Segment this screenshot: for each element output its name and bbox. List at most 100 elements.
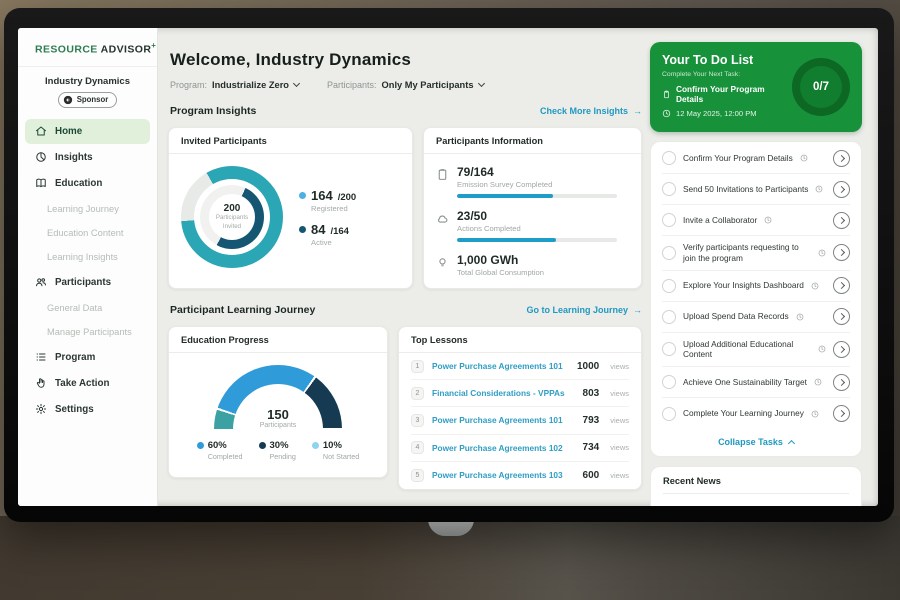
task-checkbox[interactable] <box>662 342 676 356</box>
sidebar-item-education-content[interactable]: Education Content <box>18 221 157 245</box>
sidebar-item-program[interactable]: Program <box>25 345 150 370</box>
card-title: Participants Information <box>424 128 641 154</box>
task-checkbox[interactable] <box>662 375 676 389</box>
task-row-send-invitations[interactable]: Send 50 Invitations to Participants <box>662 174 850 205</box>
survey-progress-bar <box>457 194 617 198</box>
participants-filter-value: Only My Participants <box>382 80 474 90</box>
chevron-right-icon[interactable] <box>833 277 850 294</box>
check-more-insights-link[interactable]: Check More Insights <box>540 106 642 116</box>
clock-icon <box>800 154 808 162</box>
consumption-icon <box>436 256 449 269</box>
not-started-dot-icon <box>312 442 319 449</box>
survey-icon <box>436 168 449 181</box>
task-checkbox[interactable] <box>662 279 676 293</box>
task-row-explore-insights[interactable]: Explore Your Insights Dashboard <box>662 271 850 302</box>
sidebar-item-label: Education <box>55 178 102 189</box>
take-action-icon <box>35 377 47 389</box>
sidebar-item-take-action[interactable]: Take Action <box>25 371 150 396</box>
todo-task-list: Confirm Your Program Details Send 50 Inv… <box>650 141 862 457</box>
collapse-tasks-link[interactable]: Collapse Tasks <box>662 429 850 456</box>
photo-background: RESOURCE ADVISOR+ Industry Dynamics Spon… <box>0 0 900 600</box>
sidebar: RESOURCE ADVISOR+ Industry Dynamics Spon… <box>18 28 158 506</box>
stat-consumption: 1,000 GWh Total Global Consumption <box>436 253 629 277</box>
task-row-achieve-sustainability-target[interactable]: Achieve One Sustainability Target <box>662 367 850 398</box>
donut-legend: 164/200 Registered 84/164 Active <box>299 179 356 256</box>
chevron-right-icon[interactable] <box>833 308 850 325</box>
settings-icon <box>35 403 47 415</box>
task-row-complete-learning-journey[interactable]: Complete Your Learning Journey <box>662 398 850 429</box>
chevron-right-icon[interactable] <box>833 150 850 167</box>
todo-subtitle: Complete Your Next Task: <box>662 71 792 78</box>
donut-center-label: Participants Invited <box>212 214 252 230</box>
sidebar-item-learning-journey[interactable]: Learning Journey <box>18 197 157 221</box>
filter-bar: Program: Industrialize Zero Participants… <box>170 80 642 90</box>
task-row-confirm-program[interactable]: Confirm Your Program Details <box>662 143 850 174</box>
sidebar-item-manage-participants[interactable]: Manage Participants <box>18 320 157 344</box>
chevron-down-icon <box>293 80 300 87</box>
task-row-invite-collaborator[interactable]: Invite a Collaborator <box>662 205 850 236</box>
lesson-row: 3 Power Purchase Agreements 101 793views <box>411 407 629 434</box>
sidebar-item-insights[interactable]: Insights <box>25 145 150 170</box>
main-content: Welcome, Industry Dynamics Program: Indu… <box>168 28 642 506</box>
participants-filter[interactable]: Participants: Only My Participants <box>327 80 484 90</box>
clock-icon <box>796 313 804 321</box>
program-icon <box>35 351 47 363</box>
legend-completed: 60% Completed <box>197 440 243 461</box>
task-row-verify-participants[interactable]: Verify participants requesting to join t… <box>662 236 850 271</box>
clock-icon <box>818 249 826 257</box>
legend-not-started: 10% Not Started <box>312 440 359 461</box>
todo-title: Your To Do List <box>662 53 792 67</box>
lesson-row: 5 Power Purchase Agreements 103 600views <box>411 462 629 489</box>
sidebar-item-general-data[interactable]: General Data <box>18 296 157 320</box>
sponsor-icon <box>63 95 73 105</box>
logo-plus: + <box>151 41 156 50</box>
lesson-link[interactable]: Power Purchase Agreements 101 <box>432 415 575 425</box>
gauge-center-value: 150 <box>214 407 342 422</box>
chevron-right-icon[interactable] <box>833 405 850 422</box>
chevron-right-icon[interactable] <box>833 181 850 198</box>
lesson-link[interactable]: Power Purchase Agreements 101 <box>432 361 569 371</box>
sponsor-label: Sponsor <box>77 95 109 104</box>
program-filter[interactable]: Program: Industrialize Zero <box>170 80 299 90</box>
sidebar-item-participants[interactable]: Participants <box>25 270 150 295</box>
task-checkbox[interactable] <box>662 213 676 227</box>
lesson-rank: 3 <box>411 414 424 427</box>
sidebar-item-label: Participants <box>55 277 111 288</box>
todo-summary-card: Your To Do List Complete Your Next Task:… <box>650 42 862 132</box>
chevron-right-icon[interactable] <box>833 374 850 391</box>
lesson-link[interactable]: Power Purchase Agreements 102 <box>432 443 575 453</box>
lesson-rank: 5 <box>411 469 424 482</box>
sidebar-item-label: Program <box>55 352 95 363</box>
go-to-learning-journey-link[interactable]: Go to Learning Journey <box>526 305 642 315</box>
card-title: Top Lessons <box>399 327 641 353</box>
task-checkbox[interactable] <box>662 246 676 260</box>
task-row-upload-spend-data[interactable]: Upload Spend Data Records <box>662 302 850 333</box>
sponsor-badge: Sponsor <box>58 92 118 108</box>
lesson-link[interactable]: Power Purchase Agreements 103 <box>432 470 575 480</box>
lesson-link[interactable]: Financial Considerations - VPPAs <box>432 388 575 398</box>
clock-icon <box>662 109 671 118</box>
lesson-row: 4 Power Purchase Agreements 102 734views <box>411 435 629 462</box>
legend-active: 84/164 Active <box>299 222 356 247</box>
lesson-rank: 4 <box>411 441 424 454</box>
sidebar-item-learning-insights[interactable]: Learning Insights <box>18 245 157 269</box>
chevron-right-icon[interactable] <box>833 244 850 261</box>
actions-progress-bar <box>457 238 617 242</box>
task-checkbox[interactable] <box>662 310 676 324</box>
sidebar-item-education[interactable]: Education <box>25 171 150 196</box>
task-checkbox[interactable] <box>662 182 676 196</box>
task-row-upload-educational-content[interactable]: Upload Additional Educational Content <box>662 333 850 368</box>
chevron-right-icon[interactable] <box>833 212 850 229</box>
todo-panel: Your To Do List Complete Your Next Task:… <box>650 28 862 506</box>
sidebar-item-home[interactable]: Home <box>25 119 150 144</box>
chevron-right-icon[interactable] <box>833 341 850 358</box>
todo-progress-ring: 0/7 <box>792 58 850 116</box>
app-logo[interactable]: RESOURCE ADVISOR+ <box>18 28 157 67</box>
lesson-row: 2 Financial Considerations - VPPAs 803vi… <box>411 380 629 407</box>
task-checkbox[interactable] <box>662 407 676 421</box>
invited-donut-chart: 200 Participants Invited <box>181 166 283 268</box>
task-checkbox[interactable] <box>662 151 676 165</box>
sidebar-item-label: Home <box>55 126 82 137</box>
sidebar-item-settings[interactable]: Settings <box>25 397 150 422</box>
top-lessons-card: Top Lessons 1 Power Purchase Agreements … <box>398 326 642 490</box>
